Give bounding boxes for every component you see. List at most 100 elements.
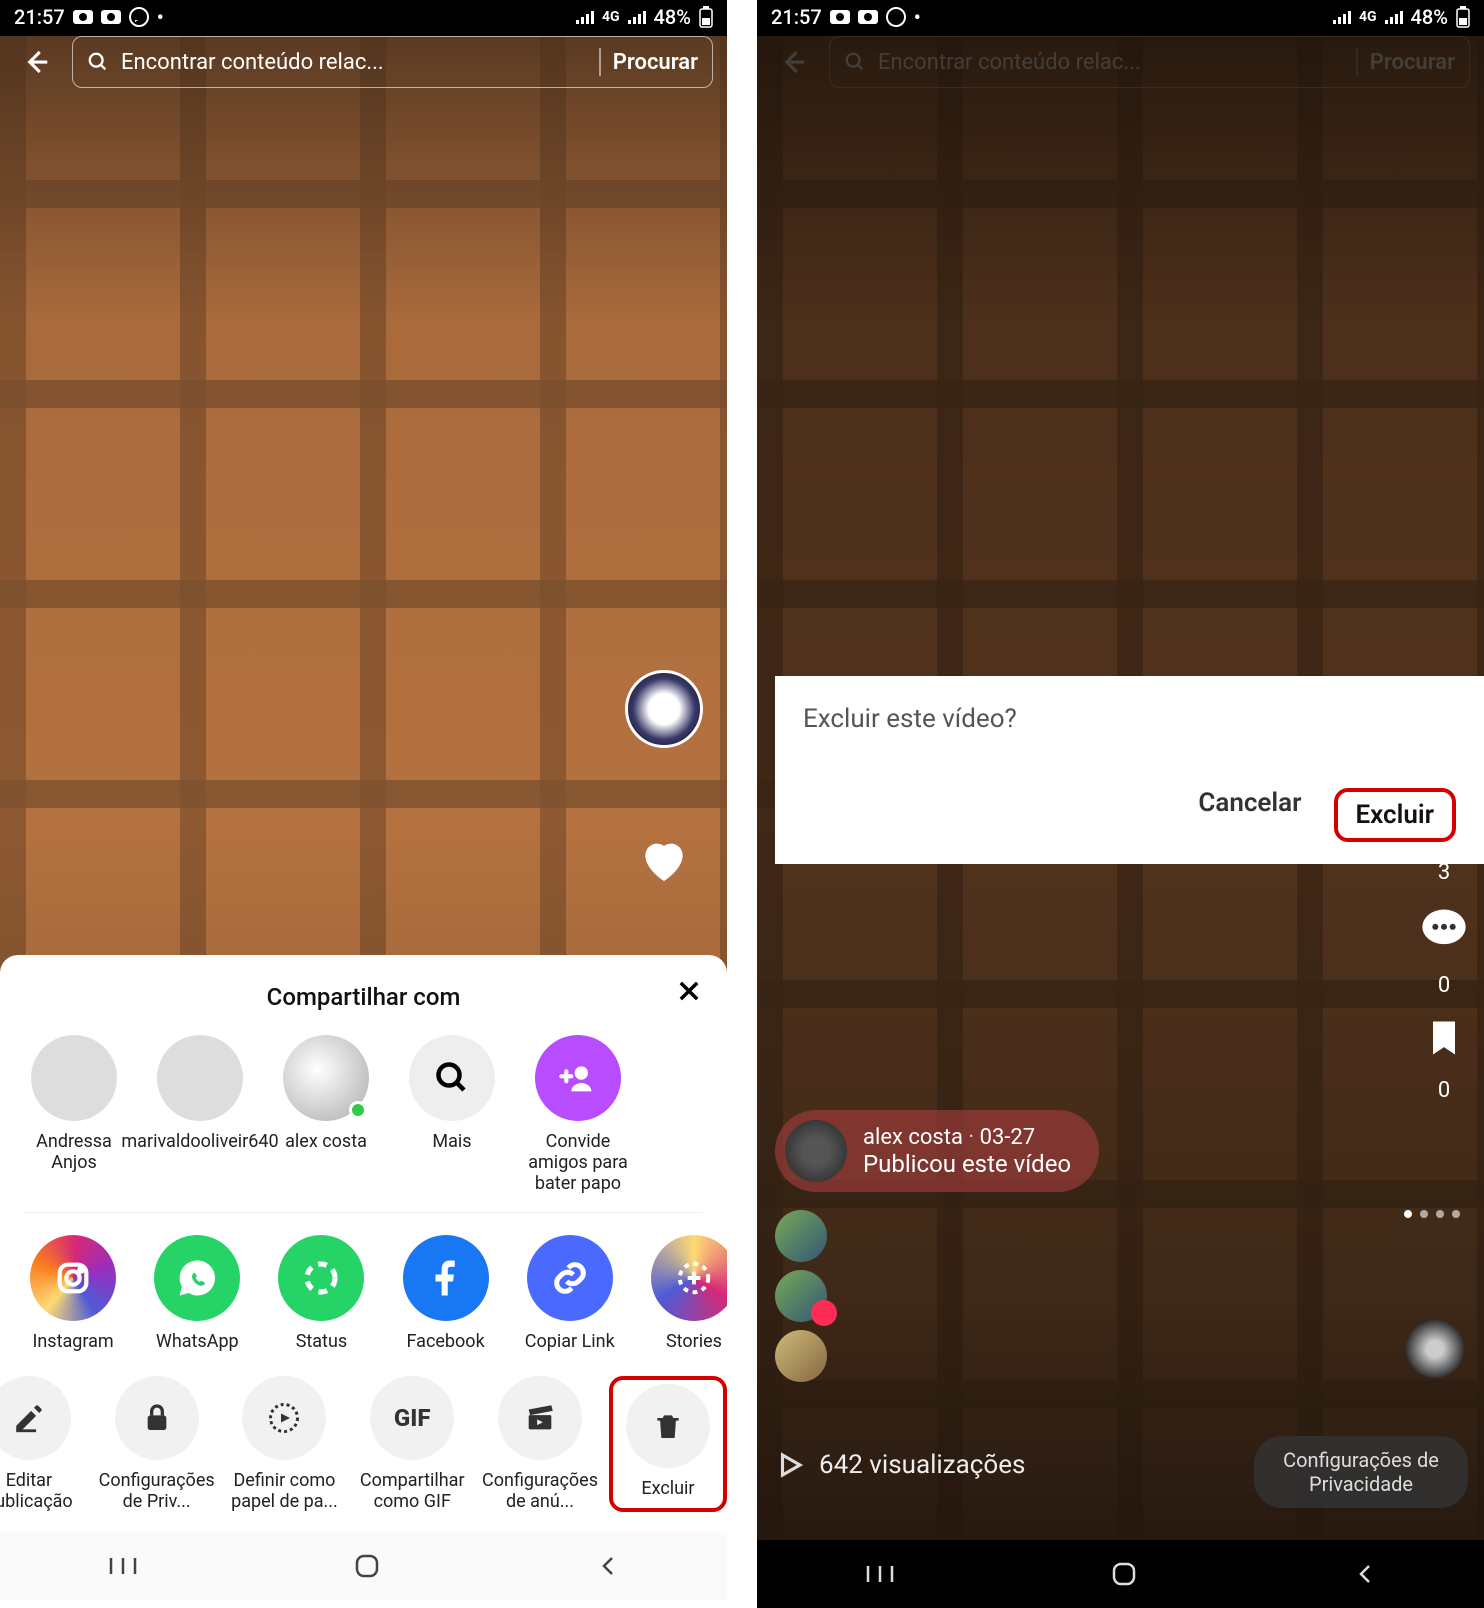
share-app-facebook[interactable]: Facebook [397, 1235, 495, 1352]
share-app-instagram[interactable]: Instagram [24, 1235, 122, 1352]
person-label: alex costa [285, 1131, 367, 1152]
app-label: Status [296, 1331, 347, 1352]
page-indicator [1404, 1210, 1460, 1218]
share-app-copylink[interactable]: Copiar Link [521, 1235, 619, 1352]
nav-recent[interactable] [108, 1554, 138, 1578]
app-label: Instagram [32, 1331, 113, 1352]
cancel-button[interactable]: Cancelar [1198, 788, 1301, 842]
search-find-button[interactable]: Procurar [613, 50, 698, 75]
invite-label: Convide amigos para bater papo [528, 1131, 628, 1194]
online-badge [349, 1101, 367, 1119]
person-label: Andressa Anjos [24, 1131, 124, 1173]
nav-recent[interactable] [865, 1562, 895, 1586]
views-text: 642 visualizações [819, 1450, 1025, 1480]
signal-icon [576, 10, 594, 24]
network-label: 4G [602, 9, 620, 25]
action-label: Compartilhar como GIF [353, 1470, 471, 1512]
status-bar: 21:57 • 4G 48% [0, 0, 727, 34]
battery-percent: 48% [654, 5, 691, 29]
action-edit[interactable]: Editar publicação [0, 1376, 88, 1512]
search-placeholder: Encontrar conteúdo relac... [121, 50, 587, 75]
caption-text: Publicou este vídeo [863, 1150, 1071, 1178]
clapper-icon [498, 1376, 582, 1460]
signal-icon [1333, 10, 1351, 24]
author-name: alex costa [863, 1125, 963, 1150]
divider [599, 48, 601, 76]
trash-icon [626, 1384, 710, 1468]
phone-right: 21:57 • 4G 48% [757, 0, 1484, 1608]
signal-icon [1385, 10, 1403, 24]
share-app-whatsapp[interactable]: WhatsApp [148, 1235, 246, 1352]
share-people-row: Andressa Anjos marivaldooliveir640 alex … [0, 1029, 727, 1200]
status-icon [278, 1235, 364, 1321]
nav-home[interactable] [353, 1552, 381, 1580]
edit-icon [0, 1376, 71, 1460]
top-bar: Encontrar conteúdo relac... Procurar [0, 34, 727, 90]
action-label: Excluir [641, 1478, 694, 1499]
comment-button[interactable] [1418, 903, 1470, 955]
action-label: Configurações de Priv... [98, 1470, 216, 1512]
lock-icon [115, 1376, 199, 1460]
battery-icon [1456, 6, 1470, 28]
bookmark-button[interactable] [1422, 1016, 1466, 1060]
confirm-delete-button[interactable]: Excluir [1334, 788, 1457, 842]
share-person[interactable]: Andressa Anjos [24, 1035, 124, 1194]
bookmark-count: 0 [1438, 1078, 1450, 1103]
status-time: 21:57 [771, 5, 822, 29]
whatsapp-icon [154, 1235, 240, 1321]
phone-left: 21:57 • 4G 48% [0, 0, 727, 1608]
signal-icon [628, 10, 646, 24]
action-wallpaper[interactable]: Definir como papel de pa... [226, 1376, 344, 1512]
author-caption-pill[interactable]: alex costa · 03-27 Publicou este vídeo [775, 1110, 1099, 1192]
search-icon [409, 1035, 495, 1121]
app-label: WhatsApp [156, 1331, 239, 1352]
avatar [785, 1120, 847, 1182]
action-gif[interactable]: GIF Compartilhar como GIF [353, 1376, 471, 1512]
divider [24, 1212, 703, 1213]
action-rail: 3 0 0 [1418, 860, 1470, 1103]
share-apps-row: Instagram WhatsApp Status Facebook [0, 1229, 727, 1358]
close-icon[interactable] [675, 977, 703, 1005]
avatar [31, 1035, 117, 1121]
share-title: Compartilhar com [267, 983, 461, 1011]
camera-icon [858, 10, 878, 24]
action-label: Definir como papel de pa... [226, 1470, 344, 1512]
app-label: Stories [666, 1331, 722, 1352]
camera-icon [830, 10, 850, 24]
nav-back[interactable] [596, 1554, 620, 1578]
nav-back[interactable] [1353, 1562, 1377, 1586]
action-ads[interactable]: Configurações de anú... [481, 1376, 599, 1512]
share-invite[interactable]: Convide amigos para bater papo [528, 1035, 628, 1194]
viewer-avatars[interactable] [775, 1210, 827, 1382]
share-more[interactable]: Mais [402, 1035, 502, 1194]
search-bar[interactable]: Encontrar conteúdo relac... Procurar [72, 36, 713, 88]
nav-home[interactable] [1110, 1560, 1138, 1588]
share-person[interactable]: alex costa [276, 1035, 376, 1194]
search-icon [87, 51, 109, 73]
like-button[interactable] [632, 828, 696, 892]
share-app-stories[interactable]: Stories [645, 1235, 727, 1352]
link-icon [527, 1235, 613, 1321]
profile-avatar[interactable] [625, 670, 703, 748]
whatsapp-icon [886, 7, 906, 27]
battery-icon [699, 6, 713, 28]
avatar [157, 1035, 243, 1121]
play-icon [775, 1450, 805, 1480]
share-person[interactable]: marivaldooliveir640 [150, 1035, 250, 1194]
action-label: Editar publicação [0, 1470, 88, 1512]
avatar [775, 1270, 827, 1322]
confirm-dialog: Excluir este vídeo? Cancelar Excluir [775, 676, 1484, 864]
app-label: Facebook [407, 1331, 485, 1352]
confirm-label: Excluir [1356, 800, 1435, 830]
privacy-settings-chip[interactable]: Configurações de Privacidade [1254, 1436, 1468, 1508]
camera-icon [73, 10, 93, 24]
action-rail [625, 670, 703, 892]
avatar [775, 1210, 827, 1262]
back-button[interactable] [14, 40, 58, 84]
share-app-status[interactable]: Status [272, 1235, 370, 1352]
facebook-icon [403, 1235, 489, 1321]
post-date: 03-27 [980, 1125, 1036, 1150]
sound-disc[interactable] [1406, 1320, 1464, 1378]
action-privacy[interactable]: Configurações de Priv... [98, 1376, 216, 1512]
action-delete[interactable]: Excluir [609, 1376, 727, 1512]
